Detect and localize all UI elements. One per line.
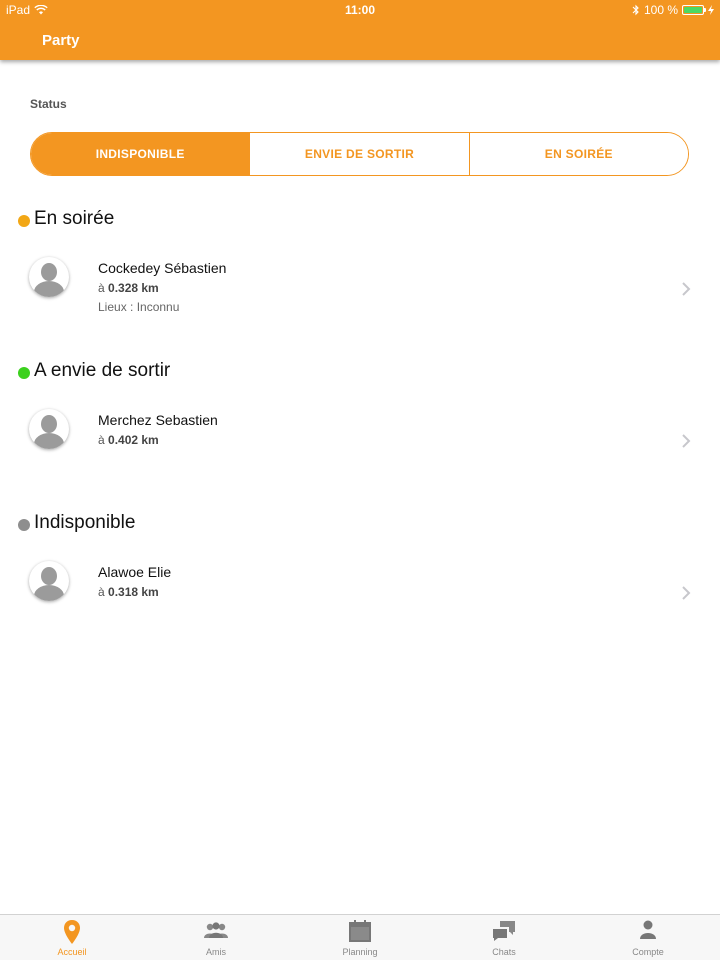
group-title: En soirée <box>34 208 115 229</box>
list-item[interactable]: Cockedey Sébastien à 0.328 km Lieux : In… <box>0 254 720 334</box>
group-title: Indisponible <box>34 512 136 533</box>
avatar <box>29 409 69 449</box>
bluetooth-icon <box>632 4 639 16</box>
navigation-bar: iPad 11:00 100 % Party <box>0 0 720 60</box>
chat-bubbles-icon <box>493 921 515 941</box>
tab-label: Accueil <box>57 947 87 957</box>
tab-amis[interactable]: Amis <box>144 915 288 960</box>
chevron-right-icon <box>682 282 691 296</box>
group-title: A envie de sortir <box>34 360 171 381</box>
list-item[interactable]: Merchez Sebastien à 0.402 km <box>0 406 720 486</box>
tab-label: Chats <box>492 947 516 957</box>
calendar-icon <box>349 920 371 942</box>
clock: 11:00 <box>344 3 376 17</box>
segment-en-soiree[interactable]: EN SOIRÉE <box>468 133 688 175</box>
list-item[interactable]: Alawoe Elie à 0.318 km <box>0 558 720 638</box>
friend-distance: à 0.318 km <box>98 585 159 599</box>
tab-label: Amis <box>206 947 226 957</box>
tab-compte[interactable]: Compte <box>576 915 720 960</box>
tab-accueil[interactable]: Accueil <box>0 915 144 960</box>
status-dot-envie-de-sortir <box>18 367 30 379</box>
battery-icon <box>682 5 706 15</box>
status-segmented-control: INDISPONIBLE ENVIE DE SORTIR EN SOIRÉE <box>30 132 689 176</box>
friend-distance: à 0.402 km <box>98 433 159 447</box>
status-label: Status <box>30 97 67 111</box>
status-dot-en-soiree <box>18 215 30 227</box>
tab-bar: Accueil Amis Planning Chats Compte <box>0 914 720 960</box>
chevron-right-icon <box>682 586 691 600</box>
friend-name: Merchez Sebastien <box>98 412 218 428</box>
page-title: Party <box>42 32 80 49</box>
segment-indisponible[interactable]: INDISPONIBLE <box>31 133 250 175</box>
friend-name: Cockedey Sébastien <box>98 260 227 276</box>
status-bar: iPad 11:00 100 % <box>0 0 720 20</box>
friend-location: Lieux : Inconnu <box>98 300 180 314</box>
segment-envie-de-sortir[interactable]: ENVIE DE SORTIR <box>249 133 469 175</box>
tab-chats[interactable]: Chats <box>432 915 576 960</box>
avatar <box>29 257 69 297</box>
avatar <box>29 561 69 601</box>
status-dot-indisponible <box>18 519 30 531</box>
tab-label: Compte <box>632 947 664 957</box>
battery-percent: 100 % <box>643 3 678 17</box>
person-icon <box>640 920 656 939</box>
friend-name: Alawoe Elie <box>98 564 172 580</box>
charging-icon <box>708 5 714 15</box>
chevron-right-icon <box>682 434 691 448</box>
people-icon <box>204 922 228 938</box>
friend-distance: à 0.328 km <box>98 281 159 295</box>
map-pin-icon <box>64 920 80 944</box>
tab-planning[interactable]: Planning <box>288 915 432 960</box>
tab-label: Planning <box>342 947 378 957</box>
